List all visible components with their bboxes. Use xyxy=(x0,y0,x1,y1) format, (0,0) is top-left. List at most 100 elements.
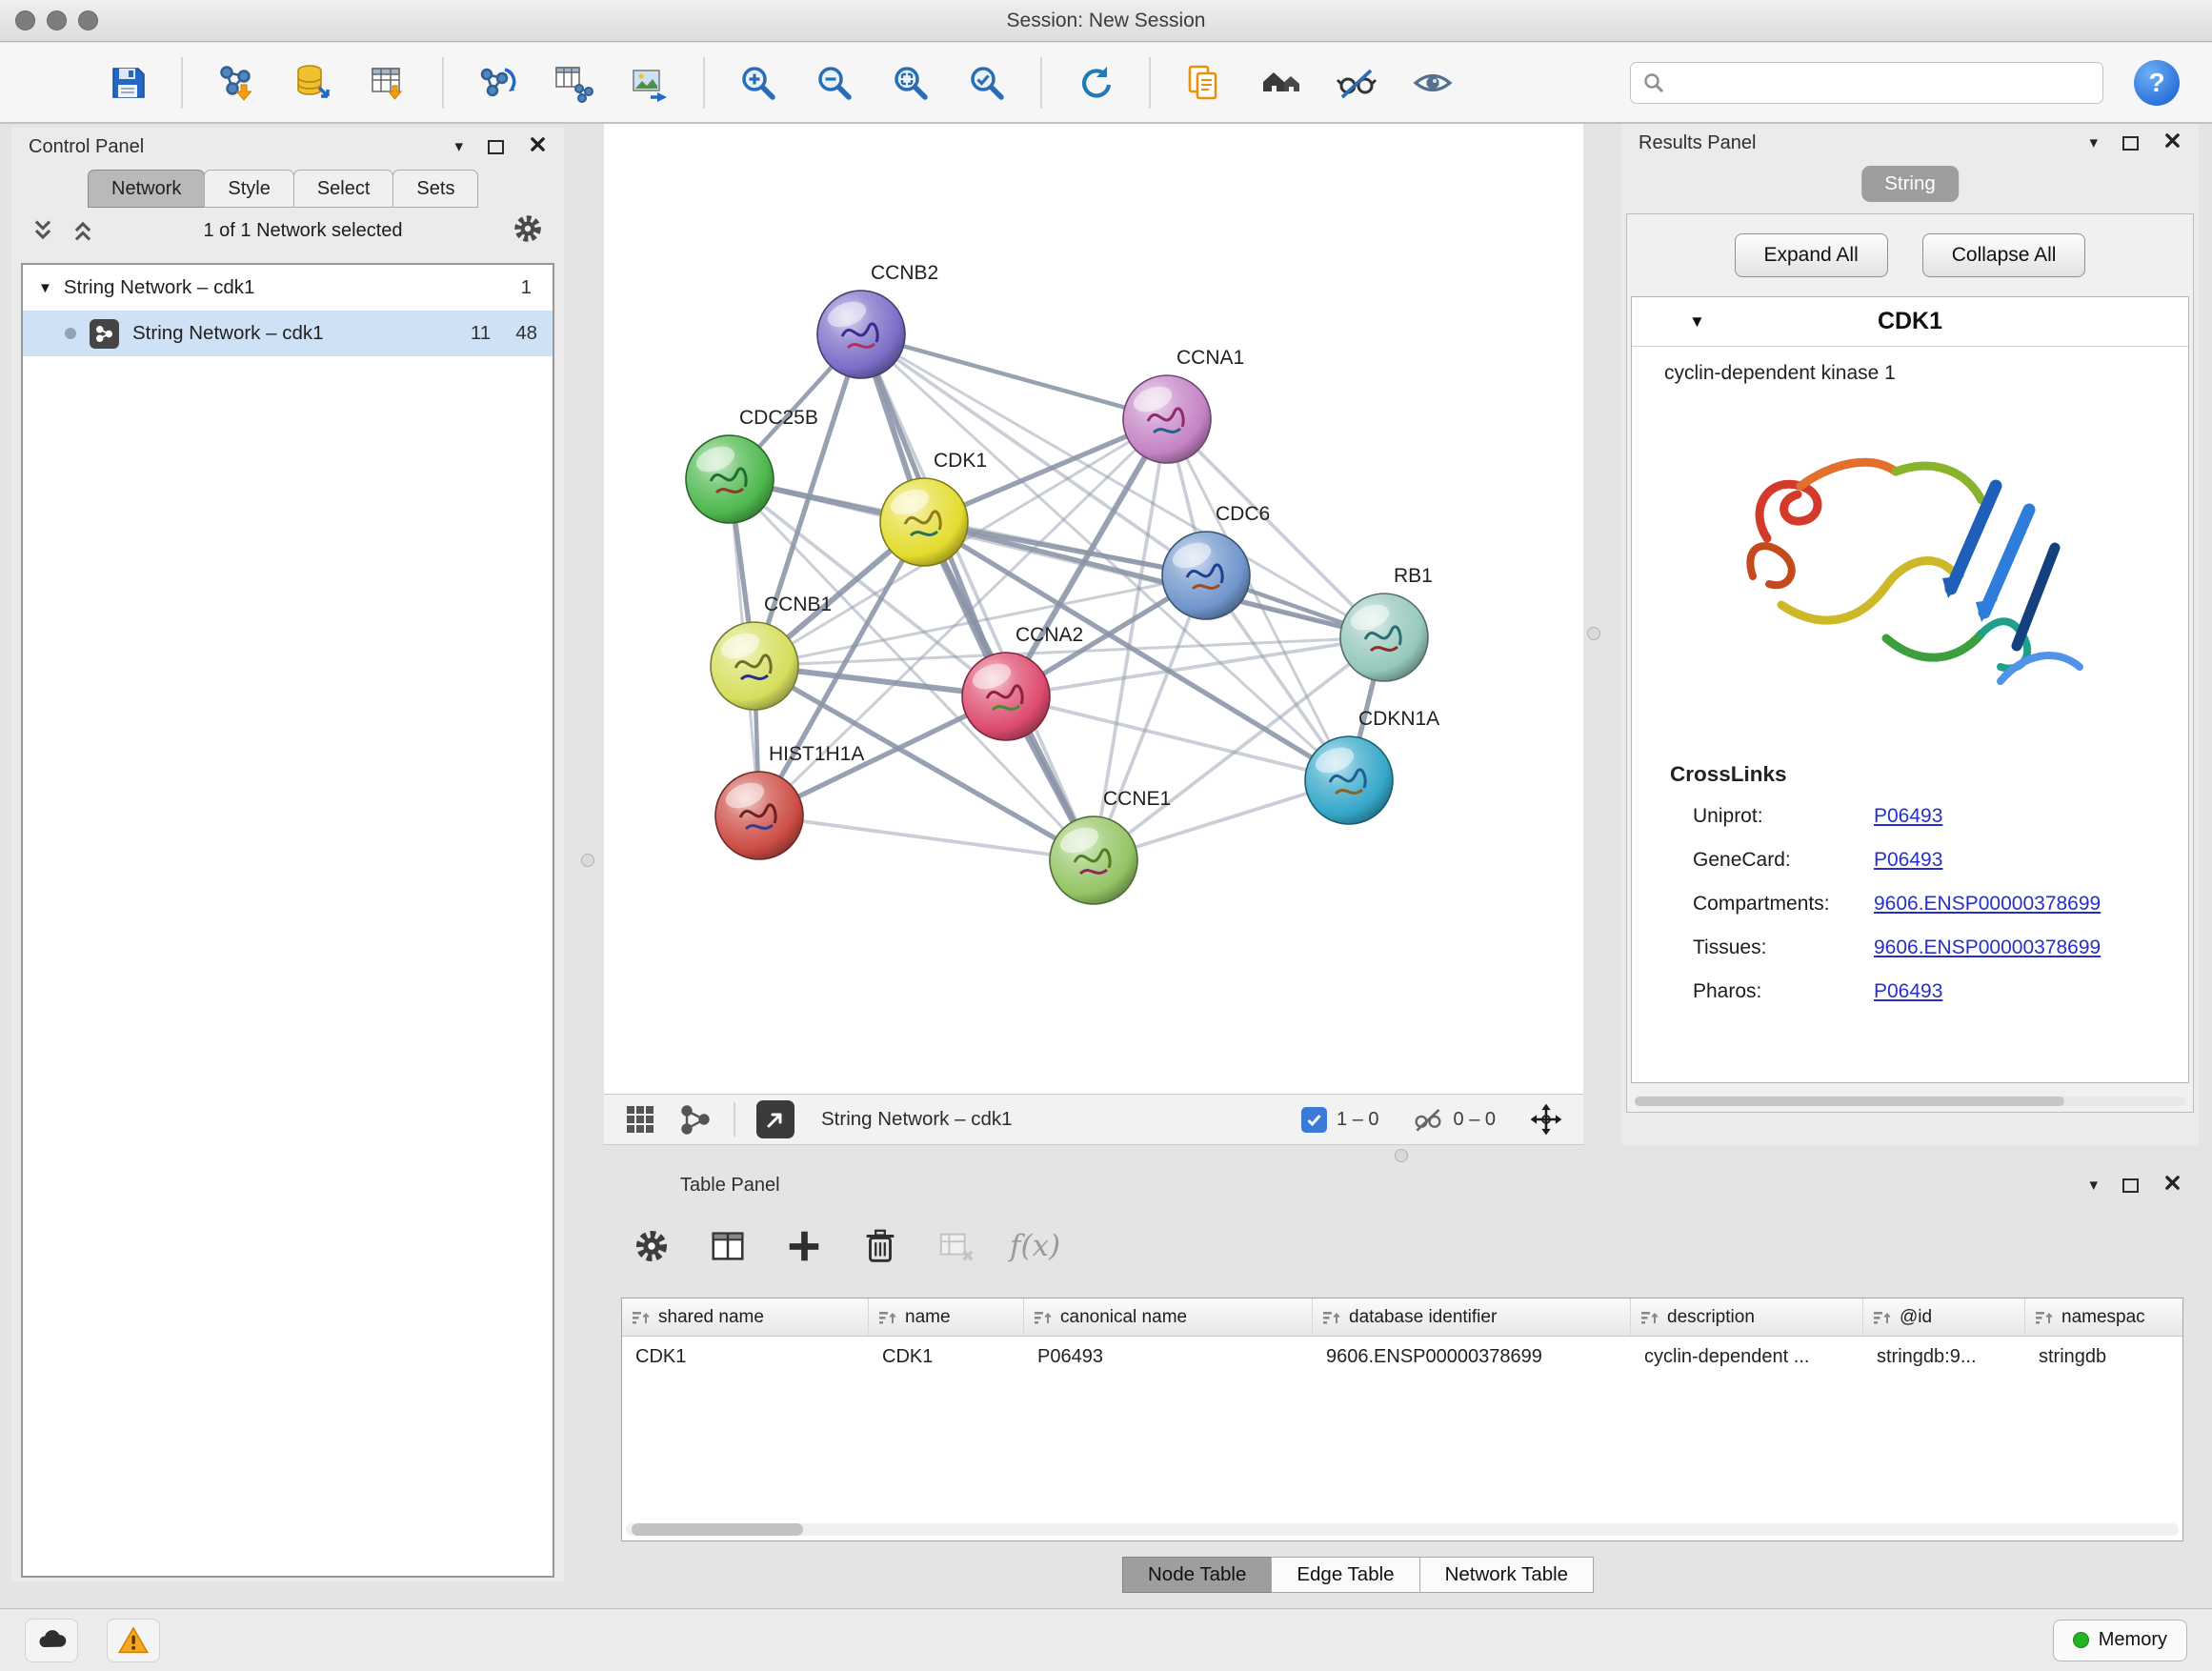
minimize-window-button[interactable] xyxy=(47,10,67,30)
panel-float-icon[interactable] xyxy=(2122,1178,2139,1193)
close-window-button[interactable] xyxy=(15,10,35,30)
import-network-from-file-button[interactable] xyxy=(213,60,259,106)
duplicate-network-button[interactable] xyxy=(1181,60,1227,106)
string-network-graph[interactable]: CCNB2CCNA1CDC25BCDK1CDC6RB1CCNB1CCNA2CDK… xyxy=(604,124,1583,1094)
column-header-canonical-name[interactable]: canonical name xyxy=(1024,1299,1313,1336)
splitter-knob-right[interactable] xyxy=(1587,627,1600,640)
tab-edge-table[interactable]: Edge Table xyxy=(1271,1557,1419,1593)
zoom-selected-button[interactable] xyxy=(964,60,1010,106)
table-cell[interactable]: CDK1 xyxy=(622,1346,869,1368)
zoom-fit-button[interactable] xyxy=(888,60,934,106)
network-node-ccnb2[interactable]: CCNB2 xyxy=(817,262,938,378)
new-network-from-table-button[interactable] xyxy=(551,60,596,106)
search-input[interactable] xyxy=(1673,71,2091,93)
crosslink-value-link[interactable]: 9606.ENSP00000378699 xyxy=(1874,893,2101,916)
birds-eye-grid-button[interactable] xyxy=(623,1102,657,1137)
import-network-from-database-button[interactable] xyxy=(290,60,335,106)
table-cell[interactable]: 9606.ENSP00000378699 xyxy=(1313,1346,1631,1368)
table-horizontal-scrollbar[interactable] xyxy=(626,1523,2179,1536)
glass-effect-button[interactable] xyxy=(1334,60,1379,106)
memory-button[interactable]: Memory xyxy=(2053,1620,2187,1661)
network-node-ccna1[interactable]: CCNA1 xyxy=(1123,347,1244,463)
warnings-button[interactable] xyxy=(107,1619,160,1662)
network-node-hist1h1a[interactable]: HIST1H1A xyxy=(715,743,864,859)
network-row-selected[interactable]: String Network – cdk1 11 48 xyxy=(23,311,553,356)
table-cell[interactable]: P06493 xyxy=(1024,1346,1313,1368)
gene-description: cyclin-dependent kinase 1 xyxy=(1632,347,2188,385)
tab-select[interactable]: Select xyxy=(293,170,394,208)
export-image-button[interactable] xyxy=(627,60,673,106)
column-header-description[interactable]: description xyxy=(1631,1299,1863,1336)
save-session-button[interactable] xyxy=(105,60,151,106)
panel-collapse-icon[interactable]: ▾ xyxy=(454,137,463,156)
network-node-ccnb1[interactable]: CCNB1 xyxy=(711,594,832,710)
network-canvas[interactable]: CCNB2CCNA1CDC25BCDK1CDC6RB1CCNB1CCNA2CDK… xyxy=(604,124,1583,1094)
collapse-all-icon[interactable] xyxy=(70,218,95,243)
add-column-button[interactable] xyxy=(781,1223,827,1269)
network-node-cdkn1a[interactable]: CDKN1A xyxy=(1305,708,1439,824)
network-node-rb1[interactable]: RB1 xyxy=(1340,565,1433,681)
apply-layout-button[interactable] xyxy=(1073,60,1118,106)
network-overview-share-button[interactable] xyxy=(678,1102,713,1137)
collapse-all-button[interactable]: Collapse All xyxy=(1922,233,2086,277)
network-edge[interactable] xyxy=(754,334,861,666)
panel-close-icon[interactable] xyxy=(2163,1174,2182,1197)
gene-card-header[interactable]: ▼ CDK1 xyxy=(1632,297,2188,347)
tab-network[interactable]: Network xyxy=(88,170,205,208)
column-header-shared-name[interactable]: shared name xyxy=(622,1299,869,1336)
cloud-status-button[interactable] xyxy=(25,1619,78,1662)
gene-card-disclosure-icon[interactable]: ▼ xyxy=(1689,312,1705,332)
panel-float-icon[interactable] xyxy=(2122,136,2139,151)
column-header-namespac[interactable]: namespac xyxy=(2025,1299,2183,1336)
table-cell[interactable]: cyclin-dependent ... xyxy=(1631,1346,1863,1368)
table-cell[interactable]: stringdb:9... xyxy=(1863,1346,2025,1368)
splitter-knob-bottom[interactable] xyxy=(1395,1149,1408,1162)
network-edge[interactable] xyxy=(861,334,1094,860)
column-header--id[interactable]: @id xyxy=(1863,1299,2025,1336)
table-row[interactable]: CDK1CDK1P064939606.ENSP00000378699cyclin… xyxy=(622,1337,2182,1377)
expand-all-button[interactable]: Expand All xyxy=(1735,233,1888,277)
string-home-button[interactable] xyxy=(1257,60,1303,106)
table-cell[interactable]: stringdb xyxy=(2025,1346,2183,1368)
crosslink-value-link[interactable]: P06493 xyxy=(1874,805,1942,828)
zoom-in-button[interactable] xyxy=(735,60,781,106)
show-columns-button[interactable] xyxy=(705,1223,751,1269)
expand-all-icon[interactable] xyxy=(30,218,55,243)
help-button[interactable]: ? xyxy=(2134,60,2180,106)
open-in-new-window-button[interactable] xyxy=(756,1100,794,1138)
tab-sets[interactable]: Sets xyxy=(392,170,478,208)
table-options-gear-button[interactable] xyxy=(629,1223,674,1269)
network-collection-row[interactable]: ▼ String Network – cdk1 1 xyxy=(23,265,553,311)
zoom-out-button[interactable] xyxy=(812,60,857,106)
import-table-button[interactable] xyxy=(366,60,412,106)
visibility-eye-button[interactable] xyxy=(1410,60,1456,106)
zoom-window-button[interactable] xyxy=(78,10,98,30)
network-node-cdc25b[interactable]: CDC25B xyxy=(686,407,818,523)
new-network-button[interactable] xyxy=(474,60,520,106)
table-cell[interactable]: CDK1 xyxy=(869,1346,1024,1368)
crosslink-value-link[interactable]: P06493 xyxy=(1874,849,1942,872)
tab-style[interactable]: Style xyxy=(204,170,293,208)
network-options-gear-icon[interactable] xyxy=(511,211,545,251)
tree-disclosure-icon[interactable]: ▼ xyxy=(38,280,52,296)
column-header-name[interactable]: name xyxy=(869,1299,1024,1336)
scrollbar-thumb[interactable] xyxy=(632,1523,803,1536)
network-edge[interactable] xyxy=(759,815,1094,860)
results-horizontal-scrollbar[interactable] xyxy=(1635,1097,2185,1106)
tab-string[interactable]: String xyxy=(1861,166,1959,202)
panel-float-icon[interactable] xyxy=(488,140,504,154)
delete-column-button[interactable] xyxy=(857,1223,903,1269)
tab-node-table[interactable]: Node Table xyxy=(1122,1557,1272,1593)
selected-checkbox-icon[interactable] xyxy=(1301,1107,1327,1133)
crosslink-value-link[interactable]: P06493 xyxy=(1874,980,1942,1003)
pan-crosshair-icon[interactable] xyxy=(1528,1101,1564,1137)
column-header-database-identifier[interactable]: database identifier xyxy=(1313,1299,1631,1336)
panel-collapse-icon[interactable]: ▾ xyxy=(2089,133,2098,152)
splitter-knob-left[interactable] xyxy=(581,854,594,867)
open-session-button[interactable] xyxy=(29,60,74,106)
crosslink-value-link[interactable]: 9606.ENSP00000378699 xyxy=(1874,936,2101,959)
panel-collapse-icon[interactable]: ▾ xyxy=(2089,1176,2098,1195)
panel-close-icon[interactable] xyxy=(529,135,547,158)
panel-close-icon[interactable] xyxy=(2163,131,2182,154)
tab-network-table[interactable]: Network Table xyxy=(1419,1557,1595,1593)
